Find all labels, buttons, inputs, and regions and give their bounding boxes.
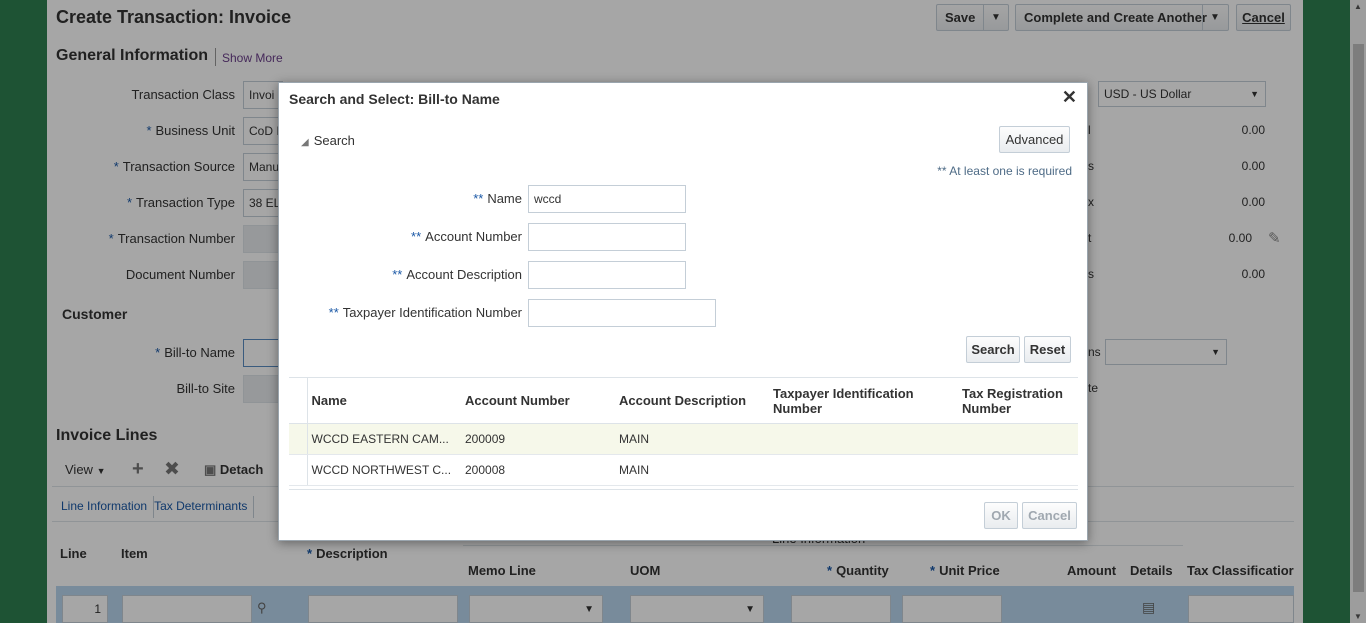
results-table: Name Account Number Account Description …	[289, 377, 1078, 486]
cell-account-number: 200009	[461, 423, 615, 455]
search-label: Search	[971, 342, 1015, 357]
col-taxpayer-id[interactable]: Taxpayer Identification Number	[769, 377, 958, 424]
table-row[interactable]: WCCD NORTHWEST C... 200008 MAIN	[289, 454, 1078, 486]
col-tax-registration[interactable]: Tax Registration Number	[958, 377, 1078, 424]
dialog-cancel-button[interactable]: Cancel	[1022, 502, 1077, 529]
search-select-dialog: Search and Select: Bill-to Name ✕ ◢ Searc…	[278, 82, 1088, 541]
taxpayer-id-input[interactable]	[528, 299, 716, 327]
account-number-label: ** Account Number	[411, 229, 522, 244]
cell-tax-registration	[958, 454, 1078, 486]
cell-taxpayer-id	[769, 423, 958, 455]
cell-name[interactable]: WCCD EASTERN CAM...	[307, 423, 461, 455]
ok-button[interactable]: OK	[984, 502, 1018, 529]
cell-account-number: 200008	[461, 454, 615, 486]
col-name[interactable]: Name	[307, 377, 461, 424]
advanced-label: Advanced	[1005, 132, 1064, 147]
account-description-input[interactable]	[528, 261, 686, 289]
cell-tax-registration	[958, 423, 1078, 455]
dialog-title: Search and Select: Bill-to Name	[289, 91, 500, 107]
account-number-input[interactable]	[528, 223, 686, 251]
cell-name[interactable]: WCCD NORTHWEST C...	[307, 454, 461, 486]
close-icon[interactable]: ✕	[1062, 87, 1077, 108]
search-button[interactable]: Search	[966, 336, 1020, 363]
name-input[interactable]: wccd	[528, 185, 686, 213]
col-account-description[interactable]: Account Description	[615, 377, 769, 424]
reset-button[interactable]: Reset	[1024, 336, 1071, 363]
reset-label: Reset	[1029, 342, 1066, 357]
cell-account-description: MAIN	[615, 423, 769, 455]
dialog-cancel-label: Cancel	[1028, 508, 1071, 523]
taxpayer-id-label: ** Taxpayer Identification Number	[328, 305, 522, 320]
ok-label: OK	[991, 508, 1011, 523]
required-note: ** At least one is required	[937, 164, 1072, 178]
account-description-label: ** Account Description	[392, 267, 522, 282]
col-account-number[interactable]: Account Number	[461, 377, 615, 424]
table-row[interactable]: WCCD EASTERN CAM... 200009 MAIN	[289, 423, 1078, 455]
search-toggle[interactable]: ◢ Search	[301, 133, 355, 148]
cell-account-description: MAIN	[615, 454, 769, 486]
name-label: ** Name	[473, 191, 522, 206]
advanced-button[interactable]: Advanced	[999, 126, 1070, 153]
cell-taxpayer-id	[769, 454, 958, 486]
collapse-triangle-icon: ◢	[301, 137, 309, 148]
